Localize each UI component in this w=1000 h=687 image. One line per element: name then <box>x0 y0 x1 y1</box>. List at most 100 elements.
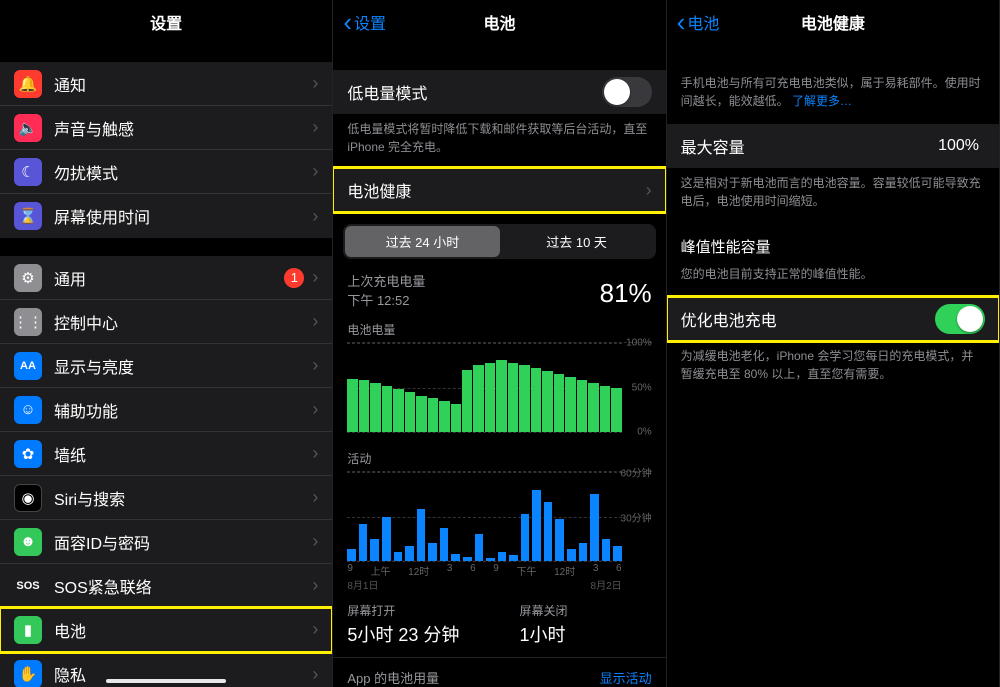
last-charge-label: 上次充电电量 <box>347 271 425 290</box>
chevron-right-icon: › <box>312 619 318 640</box>
nav-bar: 设置 电池 <box>333 0 665 44</box>
chevron-right-icon: › <box>312 355 318 376</box>
settings-row-Siri与搜索[interactable]: ◉Siri与搜索› <box>0 476 332 520</box>
screen-stats: 屏幕打开 5小时 23 分钟 屏幕关闭 1小时 <box>333 592 665 658</box>
settings-row-显示与亮度[interactable]: AA 显示与亮度› <box>0 344 332 388</box>
row-label: 通用 <box>54 266 284 290</box>
last-charge-pct: 81% <box>600 278 652 309</box>
low-power-toggle[interactable] <box>602 77 652 107</box>
row-label: 辅助功能 <box>54 398 312 422</box>
switches-icon: ⋮⋮ <box>14 308 42 336</box>
app-usage-header: App 的电池用量 显示活动 <box>333 658 665 687</box>
home-indicator[interactable] <box>106 679 226 683</box>
settings-screen: 设置 🔔通知›🔈声音与触感›☾勿扰模式›⌛屏幕使用时间› ⚙通用1›⋮⋮控制中心… <box>0 0 333 687</box>
settings-row-SOS紧急联络[interactable]: SOSSOS紧急联络› <box>0 564 332 608</box>
back-button[interactable]: 电池 <box>677 10 720 34</box>
settings-row-辅助功能[interactable]: ☺ 辅助功能› <box>0 388 332 432</box>
chevron-right-icon: › <box>312 117 318 138</box>
flower-icon: ✿ <box>14 440 42 468</box>
settings-row-屏幕使用时间[interactable]: ⌛ 屏幕使用时间› <box>0 194 332 238</box>
low-power-row[interactable]: 低电量模式 <box>333 70 665 114</box>
level-chart-label: 电池电量 <box>333 311 665 342</box>
row-label: SOS紧急联络 <box>54 574 312 598</box>
gear-icon: ⚙ <box>14 264 42 292</box>
SOS-icon: SOS <box>14 572 42 600</box>
activity-chart: 60分钟 30分钟 <box>347 471 651 561</box>
low-power-label: 低电量模式 <box>347 80 601 104</box>
learn-more-link[interactable]: 了解更多… <box>792 94 852 108</box>
row-label: 勿扰模式 <box>54 160 312 184</box>
seg-24h[interactable]: 过去 24 小时 <box>345 226 499 257</box>
peak-perf-label: 峰值性能容量 <box>667 210 999 263</box>
max-capacity-label: 最大容量 <box>681 134 938 158</box>
settings-row-电池[interactable]: ▮电池› <box>0 608 332 652</box>
page-title: 设置 <box>150 10 182 34</box>
row-label: 控制中心 <box>54 310 312 334</box>
moon-icon: ☾ <box>14 158 42 186</box>
back-button[interactable]: 设置 <box>343 10 386 34</box>
battery-health-screen: 电池 电池健康 手机电池与所有可充电电池类似，属于易耗部件。使用时间越长，能效越… <box>667 0 1000 687</box>
last-charge-time: 下午 12:52 <box>347 290 425 309</box>
page-title: 电池 <box>483 10 515 34</box>
chevron-right-icon: › <box>312 443 318 464</box>
battery-health-label: 电池健康 <box>347 178 645 202</box>
optimized-charging-row[interactable]: 优化电池充电 <box>667 297 999 341</box>
bell-icon: 🔔 <box>14 70 42 98</box>
chevron-right-icon: › <box>312 206 318 227</box>
battery-screen: 设置 电池 低电量模式 低电量模式将暂时降低下载和邮件获取等后台活动，直至 iP… <box>333 0 666 687</box>
row-label: 屏幕使用时间 <box>54 204 312 228</box>
row-label: 电池 <box>54 618 312 642</box>
AA-icon: AA <box>14 352 42 380</box>
nav-bar: 设置 <box>0 0 332 44</box>
optimized-charging-toggle[interactable] <box>935 304 985 334</box>
max-capacity-desc: 这是相对于新电池而言的电池容量。容量较低可能导致充电后，电池使用时间缩短。 <box>667 168 999 210</box>
hourglass-icon: ⌛ <box>14 202 42 230</box>
chart-x-axis: 9上午12时369下午12时36 <box>347 563 621 578</box>
health-intro: 手机电池与所有可充电电池类似，属于易耗部件。使用时间越长，能效越低。 了解更多… <box>667 44 999 110</box>
settings-row-通用[interactable]: ⚙ 通用1 › <box>0 256 332 300</box>
seg-10d[interactable]: 过去 10 天 <box>500 226 654 257</box>
activity-chart-label: 活动 <box>333 432 665 471</box>
screen-on-value: 5小时 23 分钟 <box>347 621 479 647</box>
chevron-right-icon: › <box>312 664 318 685</box>
speaker-icon: 🔈 <box>14 114 42 142</box>
settings-group-1: 🔔通知›🔈声音与触感›☾勿扰模式›⌛屏幕使用时间› <box>0 62 332 238</box>
max-capacity-row[interactable]: 最大容量 100% <box>667 124 999 168</box>
chevron-right-icon: › <box>312 399 318 420</box>
face-icon: ☻ <box>14 528 42 556</box>
screen-off-label: 屏幕关闭 <box>520 602 652 619</box>
chevron-right-icon: › <box>312 531 318 552</box>
chevron-right-icon: › <box>312 73 318 94</box>
screen-off-value: 1小时 <box>520 621 652 647</box>
max-capacity-value: 100% <box>938 137 979 155</box>
row-label: 通知 <box>54 72 312 96</box>
settings-row-面容ID与密码[interactable]: ☻ 面容ID与密码› <box>0 520 332 564</box>
person-icon: ☺ <box>14 396 42 424</box>
page-title: 电池健康 <box>801 10 865 34</box>
settings-row-控制中心[interactable]: ⋮⋮ 控制中心› <box>0 300 332 344</box>
time-range-segmented[interactable]: 过去 24 小时 过去 10 天 <box>343 224 655 259</box>
siri-icon: ◉ <box>14 484 42 512</box>
settings-group-2: ⚙通用1›⋮⋮控制中心›AA显示与亮度›☺辅助功能›✿墙纸›◉Siri与搜索›☻… <box>0 256 332 687</box>
row-label: 墙纸 <box>54 442 312 466</box>
row-label: Siri与搜索 <box>54 486 312 510</box>
app-usage-title: App 的电池用量 <box>347 668 439 687</box>
optimized-charging-desc: 为减缓电池老化，iPhone 会学习您每日的充电模式，并暂缓充电至 80% 以上… <box>667 341 999 383</box>
screen-on-label: 屏幕打开 <box>347 602 479 619</box>
chevron-right-icon: › <box>312 311 318 332</box>
settings-row-通知[interactable]: 🔔 通知› <box>0 62 332 106</box>
settings-row-墙纸[interactable]: ✿ 墙纸› <box>0 432 332 476</box>
show-activity-link[interactable]: 显示活动 <box>600 668 652 687</box>
hand-icon: ✋ <box>14 660 42 687</box>
low-power-desc: 低电量模式将暂时降低下载和邮件获取等后台活动，直至 iPhone 完全充电。 <box>333 114 665 156</box>
badge: 1 <box>284 268 304 288</box>
row-label: 面容ID与密码 <box>54 530 312 554</box>
settings-row-声音与触感[interactable]: 🔈 声音与触感› <box>0 106 332 150</box>
row-label: 声音与触感 <box>54 116 312 140</box>
chart-x-axis-sub: 8月1日8月2日 <box>347 577 621 592</box>
battery-health-row[interactable]: 电池健康 › <box>333 168 665 212</box>
chevron-right-icon: › <box>312 267 318 288</box>
chevron-right-icon: › <box>646 180 652 201</box>
settings-row-勿扰模式[interactable]: ☾勿扰模式› <box>0 150 332 194</box>
row-label: 显示与亮度 <box>54 354 312 378</box>
